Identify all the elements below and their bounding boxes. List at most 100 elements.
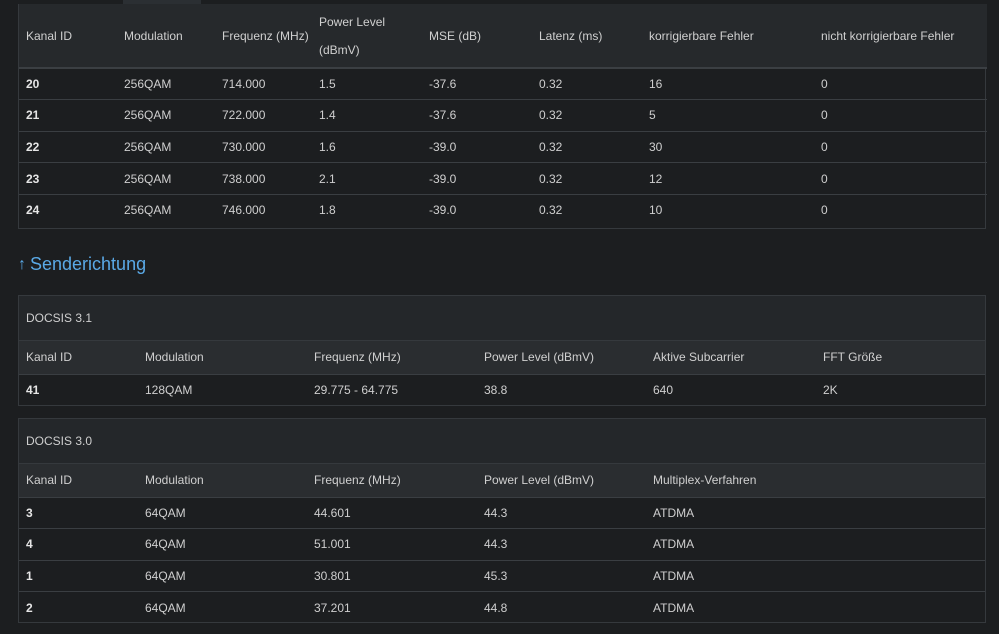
table-row: 2 64QAM 37.201 44.8 ATDMA [19,591,985,624]
col-header-frequenz[interactable]: Frequenz (MHz) [307,464,477,497]
cell-modulation: 128QAM [145,383,193,397]
cell-modulation: 64QAM [145,505,186,520]
cell-korrigierbare-fehler: 30 [649,139,663,154]
cell-fft-groesse: 2K [823,383,838,397]
table-header-row: Kanal ID Modulation Frequenz (MHz) Power… [19,4,987,68]
col-header-frequenz[interactable]: Frequenz (MHz) [307,341,477,374]
docsis30-upstream-table: DOCSIS 3.0 Kanal ID Modulation Frequenz … [18,418,986,623]
cell-kanal-id: 21 [26,108,40,123]
col-header-nicht-korrigierbare-fehler[interactable]: nicht korrigierbare Fehler [814,4,987,68]
cell-frequenz: 29.775 - 64.775 [314,383,399,397]
col-header-kanal-id[interactable]: Kanal ID [19,4,117,68]
cell-modulation: 256QAM [124,77,172,92]
col-header-power-level[interactable]: Power Level (dBmV) [477,464,646,497]
table-header-row: Kanal ID Modulation Frequenz (MHz) Power… [19,341,985,374]
docsis31-title: DOCSIS 3.1 [19,296,985,341]
cell-power-level: 1.5 [319,77,336,92]
cell-frequenz: 722.000 [222,108,266,123]
cell-power-level: 2.1 [319,171,336,186]
cell-latenz: 0.32 [539,139,563,154]
cell-frequenz: 714.000 [222,77,266,92]
cell-mse: -39.0 [429,171,457,186]
cell-korrigierbare-fehler: 5 [649,108,656,123]
table-header-row: Kanal ID Modulation Frequenz (MHz) Power… [19,464,985,497]
cell-modulation: 256QAM [124,139,172,154]
col-header-modulation[interactable]: Modulation [117,4,215,68]
upstream-section-heading[interactable]: ↑ Senderichtung [18,254,146,275]
cell-mse: -37.6 [429,108,457,123]
cell-kanal-id: 1 [26,568,33,583]
cell-power-level: 44.3 [484,537,508,552]
col-header-power-level[interactable]: Power Level (dBmV) [477,341,646,374]
cell-multiplex-verfahren: ATDMA [653,600,695,615]
col-header-mse[interactable]: MSE (dB) [422,4,532,68]
col-header-kanal-id[interactable]: Kanal ID [19,341,138,374]
table-row: 41 128QAM 29.775 - 64.775 38.8 640 2K [19,374,985,406]
cell-multiplex-verfahren: ATDMA [653,537,695,552]
col-header-power-level[interactable]: Power Level (dBmV) [312,4,422,68]
col-header-frequenz[interactable]: Frequenz (MHz) [215,4,312,68]
col-header-fft-groesse[interactable]: FFT Größe [816,341,985,374]
downstream-channel-table: Kanal ID Modulation Frequenz (MHz) Power… [18,4,987,229]
cell-power-level: 45.3 [484,568,508,583]
table-row: 3 64QAM 44.601 44.3 ATDMA [19,497,985,529]
cell-frequenz: 738.000 [222,171,266,186]
cell-nicht-korrigierbare-fehler: 0 [821,108,828,123]
table-row: 21 256QAM 722.000 1.4 -37.6 0.32 5 0 [19,99,987,132]
cell-power-level: 38.8 [484,383,508,397]
cell-mse: -39.0 [429,203,457,218]
col-header-modulation[interactable]: Modulation [138,464,307,497]
cell-kanal-id: 41 [26,383,40,397]
col-header-power-level-line1: Power Level [319,14,386,29]
cell-latenz: 0.32 [539,77,563,92]
cell-power-level: 44.8 [484,600,508,615]
cell-aktive-subcarrier: 640 [653,383,674,397]
cell-modulation: 64QAM [145,537,186,552]
upstream-heading-label: Senderichtung [30,254,147,274]
table-row: 1 64QAM 30.801 45.3 ATDMA [19,560,985,592]
cell-kanal-id: 4 [26,537,33,552]
cell-multiplex-verfahren: ATDMA [653,568,695,583]
col-header-modulation[interactable]: Modulation [138,341,307,374]
table-row: 4 64QAM 51.001 44.3 ATDMA [19,528,985,561]
cell-nicht-korrigierbare-fehler: 0 [821,77,828,92]
col-header-multiplex-verfahren[interactable]: Multiplex-Verfahren [646,464,985,497]
cell-modulation: 64QAM [145,600,186,615]
cell-power-level: 1.6 [319,139,336,154]
table-row: 24 256QAM 746.000 1.8 -39.0 0.32 10 0 [19,194,987,226]
cell-power-level: 44.3 [484,505,508,520]
cell-kanal-id: 2 [26,600,33,615]
cell-modulation: 256QAM [124,108,172,123]
cell-kanal-id: 22 [26,139,40,154]
col-header-korrigierbare-fehler[interactable]: korrigierbare Fehler [642,4,814,68]
cell-nicht-korrigierbare-fehler: 0 [821,171,828,186]
cell-modulation: 256QAM [124,203,172,218]
cell-korrigierbare-fehler: 10 [649,203,663,218]
cell-korrigierbare-fehler: 16 [649,77,663,92]
cell-frequenz: 30.801 [314,568,351,583]
cell-modulation: 64QAM [145,568,186,583]
cell-latenz: 0.32 [539,203,563,218]
cell-latenz: 0.32 [539,171,563,186]
cell-korrigierbare-fehler: 12 [649,171,663,186]
cell-frequenz: 746.000 [222,203,266,218]
table-row: 20 256QAM 714.000 1.5 -37.6 0.32 16 0 [19,68,987,100]
cell-frequenz: 730.000 [222,139,266,154]
cable-info-page: Kanal ID Modulation Frequenz (MHz) Power… [0,0,999,634]
cell-frequenz: 51.001 [314,537,351,552]
cell-kanal-id: 24 [26,203,40,218]
cell-power-level: 1.8 [319,203,336,218]
cell-nicht-korrigierbare-fehler: 0 [821,203,828,218]
col-header-aktive-subcarrier[interactable]: Aktive Subcarrier [646,341,816,374]
col-header-kanal-id[interactable]: Kanal ID [19,464,138,497]
cell-multiplex-verfahren: ATDMA [653,505,695,520]
table-row: 22 256QAM 730.000 1.6 -39.0 0.32 30 0 [19,131,987,163]
col-header-latenz[interactable]: Latenz (ms) [532,4,642,68]
col-header-power-level-line2: (dBmV) [319,42,360,57]
arrow-up-icon: ↑ [18,255,26,273]
cell-power-level: 1.4 [319,108,336,123]
docsis31-upstream-table: DOCSIS 3.1 Kanal ID Modulation Frequenz … [18,295,986,406]
cell-modulation: 256QAM [124,171,172,186]
cell-kanal-id: 23 [26,171,40,186]
cell-frequenz: 44.601 [314,505,351,520]
